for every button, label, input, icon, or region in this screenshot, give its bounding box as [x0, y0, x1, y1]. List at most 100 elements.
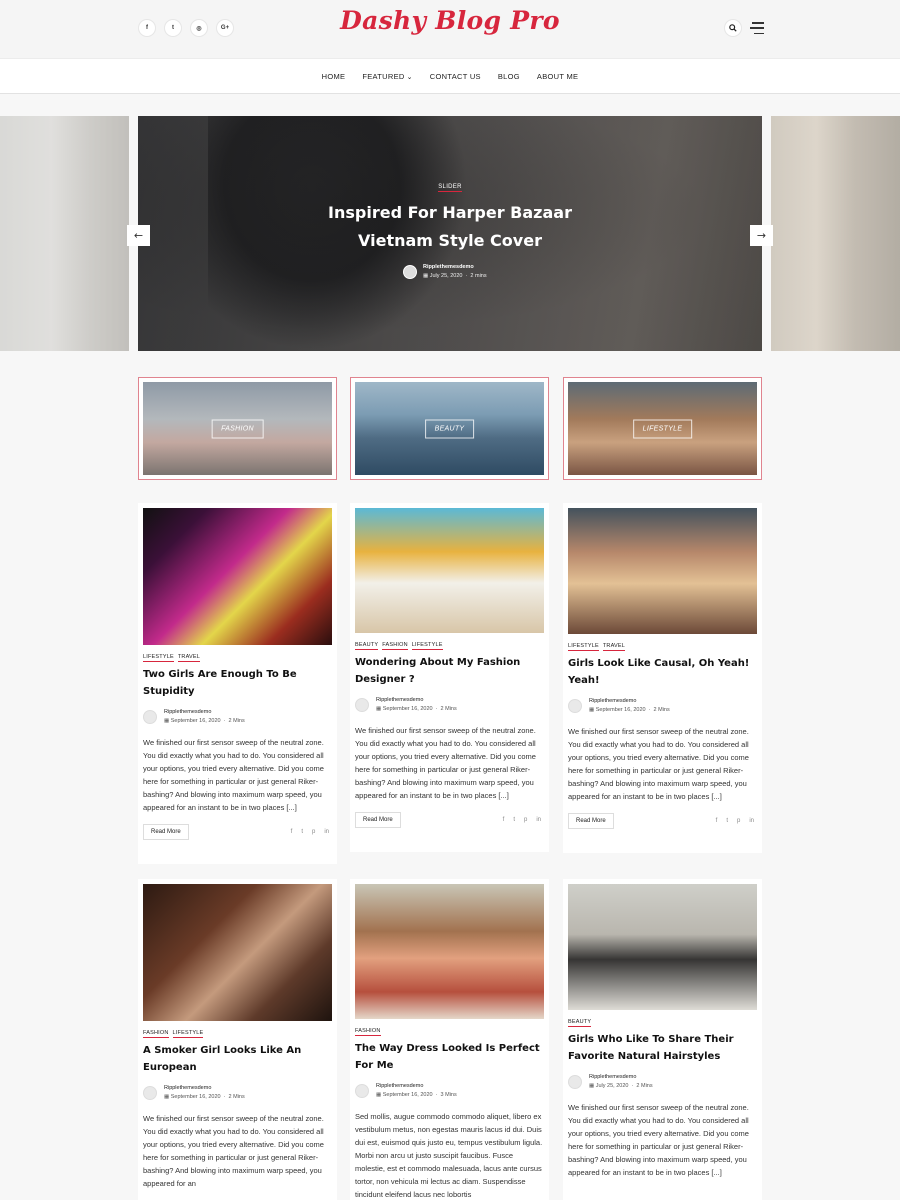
post-image[interactable]: [568, 508, 757, 634]
slide-title[interactable]: Inspired For Harper Bazaar Vietnam Style…: [300, 199, 600, 255]
avatar: [355, 1083, 369, 1098]
post-title[interactable]: The Way Dress Looked Is Perfect For Me: [355, 1040, 544, 1074]
post-title[interactable]: A Smoker Girl Looks Like An European: [143, 1042, 332, 1076]
twitter-icon[interactable]: t: [726, 818, 728, 824]
post-date: ▦ September 16, 2020 · 2 Mins: [376, 706, 457, 712]
slide-date: ▦ July 25, 2020 · 2 mins: [423, 273, 487, 279]
avatar: [568, 1074, 582, 1089]
post-title[interactable]: Girls Who Like To Share Their Favorite N…: [568, 1031, 757, 1065]
pinterest-icon[interactable]: p: [312, 829, 315, 835]
category-label[interactable]: BEAUTY: [424, 419, 475, 438]
facebook-icon[interactable]: f: [291, 829, 293, 835]
share-icons: f t p in: [503, 817, 544, 823]
slider-next-preview[interactable]: [771, 116, 900, 351]
post-date: ▦ July 25, 2020 · 2 Mins: [589, 1083, 653, 1089]
post-excerpt: We finished our first sensor sweep of th…: [143, 738, 324, 812]
nav-featured[interactable]: FEATURED ⌄: [362, 72, 412, 81]
nav-about-me[interactable]: ABOUT ME: [537, 72, 578, 81]
site-logo[interactable]: Dashy Blog Pro: [0, 6, 900, 35]
post-author[interactable]: Ripplethemesdemo: [164, 1085, 245, 1091]
facebook-icon[interactable]: f: [503, 817, 505, 823]
site-header: f t ◎ G+ Dashy Blog Pro: [0, 0, 900, 58]
hamburger-menu-icon[interactable]: [750, 22, 764, 34]
post-category[interactable]: BEAUTY: [355, 642, 379, 650]
post-card: LIFESTYLE TRAVEL Two Girls Are Enough To…: [138, 503, 337, 864]
avatar: [403, 264, 417, 279]
post-author[interactable]: Ripplethemesdemo: [376, 697, 457, 703]
post-author[interactable]: Ripplethemesdemo: [376, 1083, 457, 1089]
post-author[interactable]: Ripplethemesdemo: [589, 698, 670, 704]
nav-blog[interactable]: BLOG: [498, 72, 520, 81]
main-navigation: HOME FEATURED ⌄ CONTACT US BLOG ABOUT ME: [0, 58, 900, 94]
share-icons: f t p in: [291, 829, 332, 835]
post-category[interactable]: LIFESTYLE: [568, 643, 599, 651]
linkedin-icon[interactable]: in: [324, 829, 329, 835]
avatar: [143, 709, 157, 724]
calendar-icon: ▦: [423, 273, 429, 279]
post-title[interactable]: Wondering About My Fashion Designer ?: [355, 654, 544, 688]
post-card: FASHION The Way Dress Looked Is Perfect …: [350, 879, 549, 1200]
arrow-left-icon[interactable]: ←: [127, 225, 150, 246]
post-title[interactable]: Two Girls Are Enough To Be Stupidity: [143, 666, 332, 700]
nav-home[interactable]: HOME: [322, 72, 346, 81]
pinterest-icon[interactable]: p: [737, 818, 740, 824]
twitter-icon[interactable]: t: [301, 829, 303, 835]
twitter-icon[interactable]: t: [513, 817, 515, 823]
read-more-button[interactable]: Read More: [355, 812, 401, 828]
calendar-icon: ▦: [376, 706, 382, 712]
category-label[interactable]: FASHION: [211, 419, 264, 438]
avatar: [143, 1085, 157, 1100]
calendar-icon: ▦: [164, 718, 170, 724]
post-image[interactable]: [143, 508, 332, 645]
post-excerpt: Sed mollis, augue commodo commodo alique…: [355, 1112, 543, 1199]
read-more-button[interactable]: Read More: [568, 813, 614, 829]
post-image[interactable]: [568, 884, 757, 1010]
post-category[interactable]: FASHION: [382, 642, 408, 650]
post-category[interactable]: BEAUTY: [568, 1019, 592, 1027]
post-category[interactable]: TRAVEL: [177, 654, 201, 662]
pinterest-icon[interactable]: p: [524, 817, 527, 823]
avatar: [355, 697, 369, 712]
facebook-icon[interactable]: f: [716, 818, 718, 824]
slide-meta: Ripplethemesdemo ▦ July 25, 2020 · 2 min…: [403, 264, 487, 279]
post-title[interactable]: Girls Look Like Causal, Oh Yeah! Yeah!: [568, 655, 757, 689]
post-author[interactable]: Ripplethemesdemo: [164, 709, 245, 715]
category-image: FASHION: [143, 382, 332, 475]
calendar-icon: ▦: [376, 1092, 382, 1098]
slider-main-slide[interactable]: SLIDER Inspired For Harper Bazaar Vietna…: [138, 116, 762, 351]
post-card: LIFESTYLE TRAVEL Girls Look Like Causal,…: [563, 503, 762, 853]
post-category[interactable]: LIFESTYLE: [172, 1030, 204, 1038]
post-card: FASHION LIFESTYLE A Smoker Girl Looks Li…: [138, 879, 337, 1200]
post-image[interactable]: [143, 884, 332, 1021]
header-tools: [724, 19, 764, 37]
category-box-lifestyle[interactable]: LIFESTYLE: [563, 377, 762, 480]
calendar-icon: ▦: [589, 707, 595, 713]
post-excerpt: We finished our first sensor sweep of th…: [143, 1114, 324, 1188]
linkedin-icon[interactable]: in: [749, 818, 754, 824]
category-image: LIFESTYLE: [568, 382, 757, 475]
category-box-beauty[interactable]: BEAUTY: [350, 377, 549, 480]
post-category[interactable]: FASHION: [355, 1028, 381, 1036]
calendar-icon: ▦: [164, 1094, 170, 1100]
post-image[interactable]: [355, 884, 544, 1019]
post-category[interactable]: LIFESTYLE: [411, 642, 443, 650]
nav-featured-label: FEATURED: [362, 71, 405, 81]
category-label[interactable]: LIFESTYLE: [632, 419, 693, 438]
category-image: BEAUTY: [355, 382, 544, 475]
slide-author[interactable]: Ripplethemesdemo: [423, 264, 487, 270]
post-category[interactable]: TRAVEL: [602, 643, 626, 651]
calendar-icon: ▦: [589, 1083, 595, 1089]
read-more-button[interactable]: Read More: [143, 824, 189, 840]
slide-category[interactable]: SLIDER: [138, 184, 762, 192]
post-image[interactable]: [355, 508, 544, 633]
search-icon[interactable]: [724, 19, 742, 37]
post-category[interactable]: FASHION: [143, 1030, 169, 1038]
category-box-fashion[interactable]: FASHION: [138, 377, 337, 480]
arrow-right-icon[interactable]: →: [750, 225, 773, 246]
linkedin-icon[interactable]: in: [536, 817, 541, 823]
post-category[interactable]: LIFESTYLE: [143, 654, 174, 662]
slider-prev-preview[interactable]: [0, 116, 129, 351]
post-author[interactable]: Ripplethemesdemo: [589, 1074, 653, 1080]
post-excerpt: We finished our first sensor sweep of th…: [568, 1103, 749, 1177]
nav-contact-us[interactable]: CONTACT US: [430, 72, 481, 81]
